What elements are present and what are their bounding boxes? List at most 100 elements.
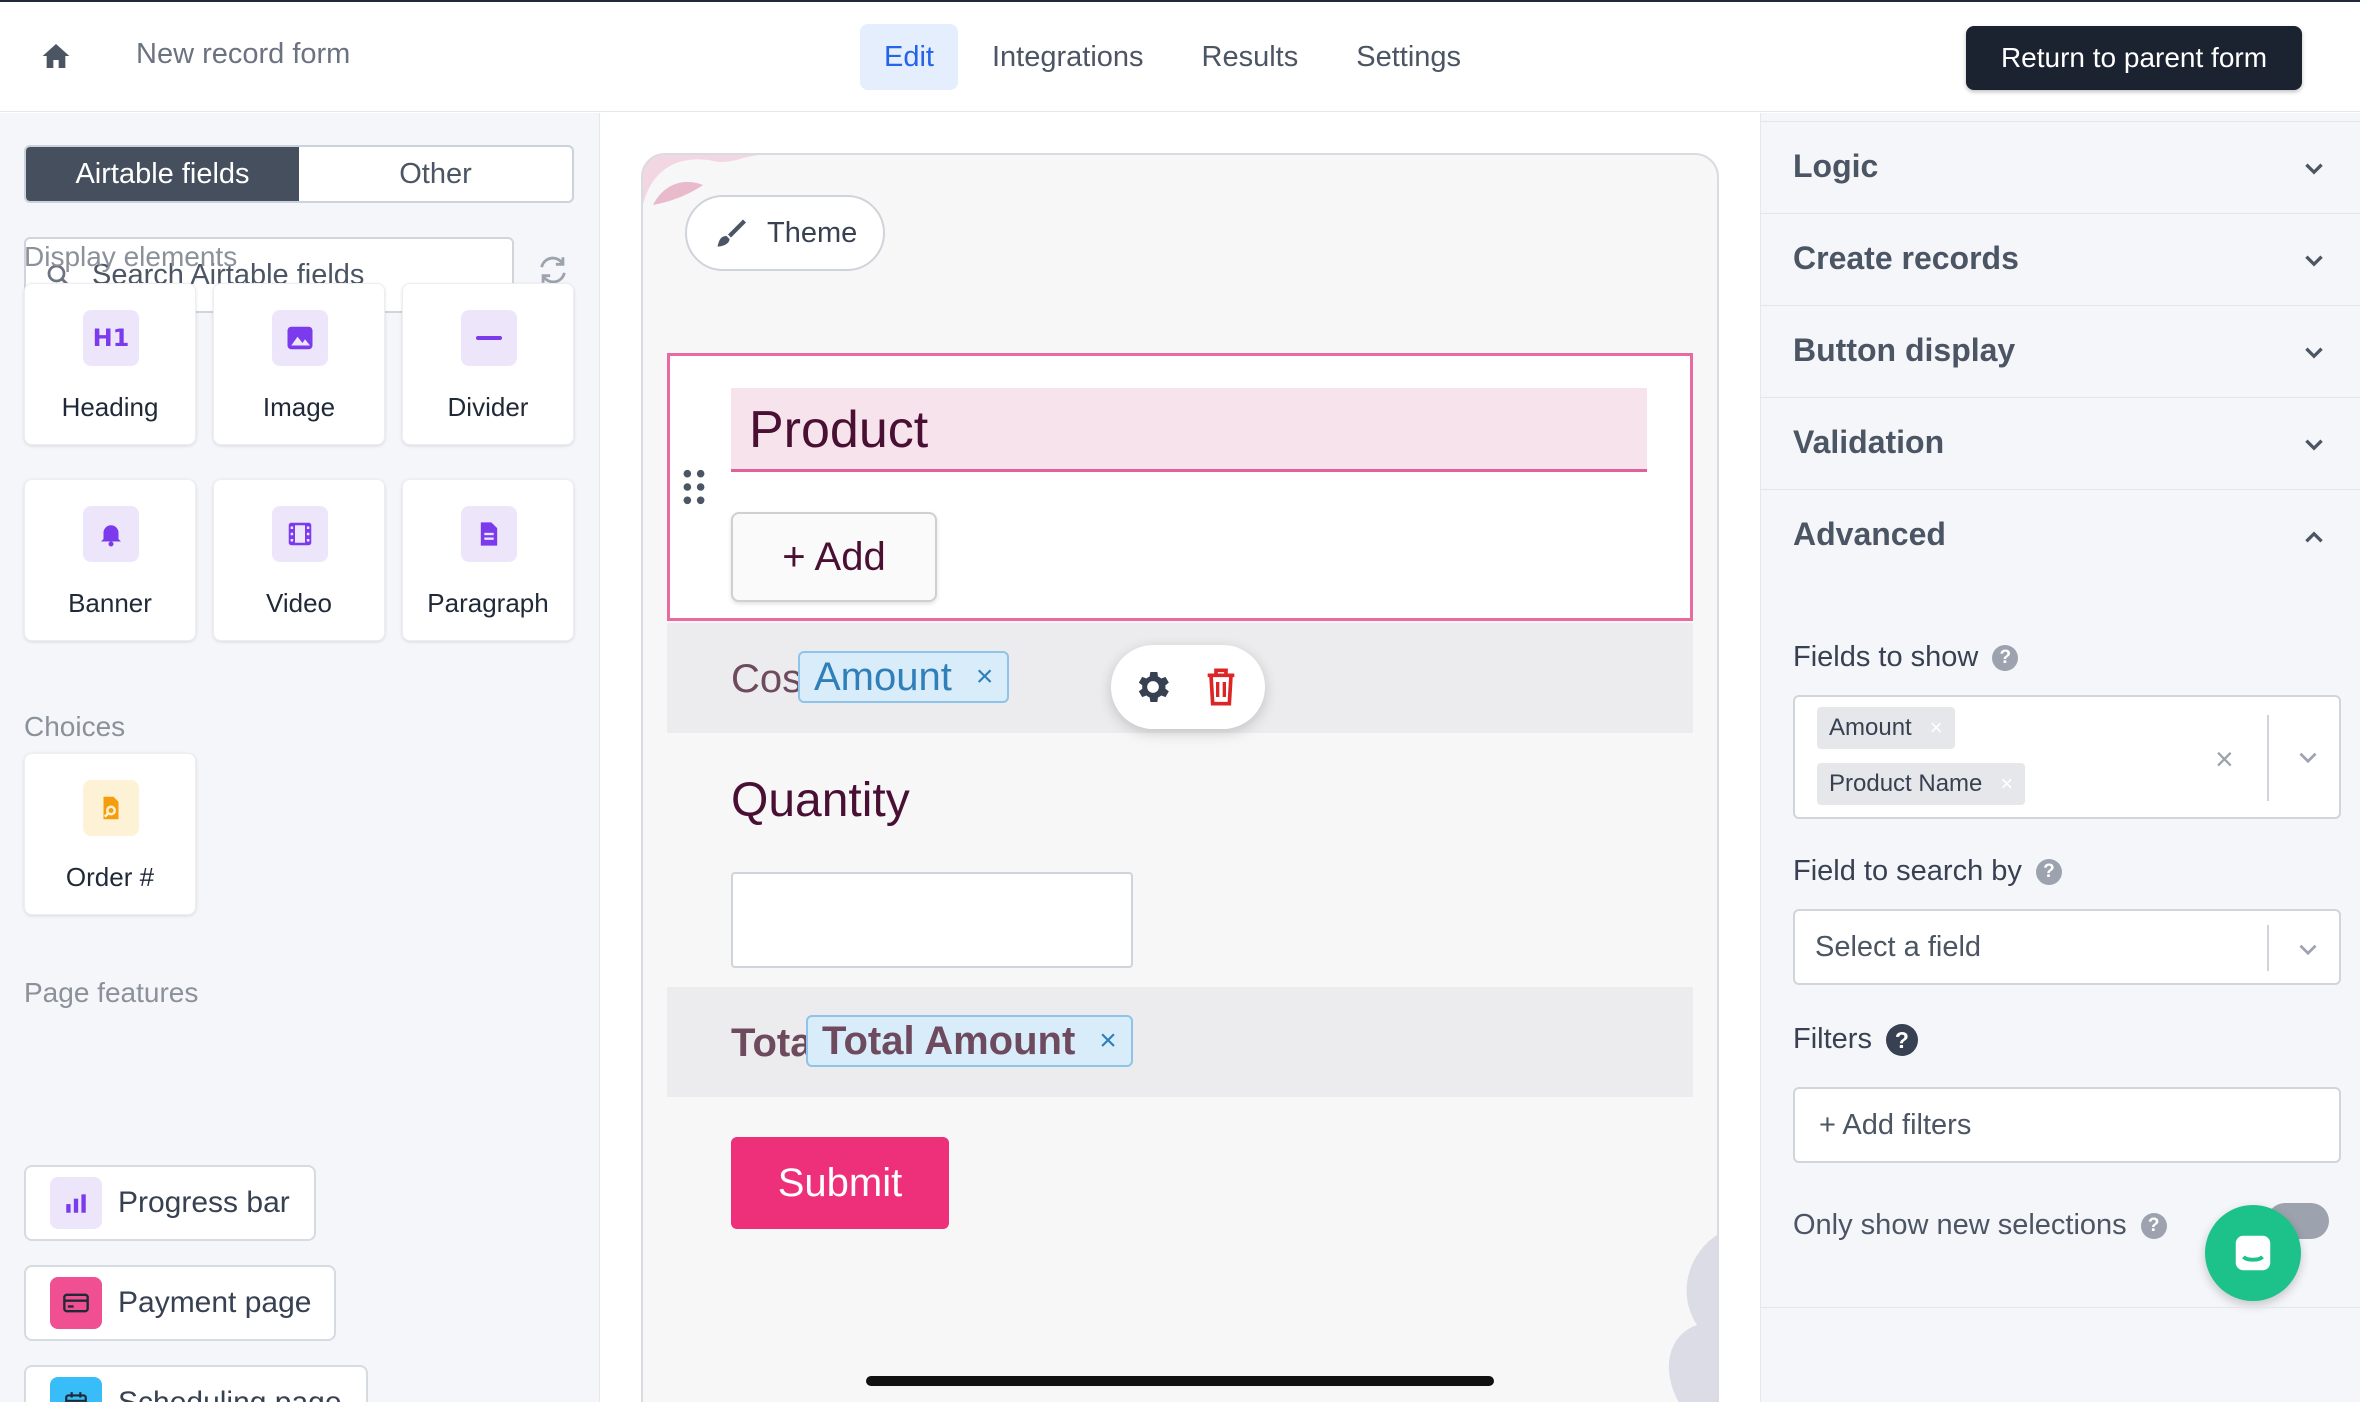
tag-label: Amount <box>1829 714 1912 741</box>
help-icon[interactable]: ? <box>1992 644 2019 671</box>
chevron-down-icon <box>2305 255 2323 267</box>
section-title: Create records <box>1793 240 2019 276</box>
tab-settings[interactable]: Settings <box>1332 24 1485 90</box>
tile-paragraph[interactable]: Paragraph <box>402 479 574 641</box>
quantity-label: Quantity <box>731 774 910 827</box>
feature-progress-bar[interactable]: Progress bar <box>24 1165 316 1241</box>
chevron-up-icon <box>2305 531 2323 543</box>
segment-other[interactable]: Other <box>299 147 572 201</box>
product-field-block[interactable]: Product + Add <box>667 353 1693 621</box>
submit-button[interactable]: Submit <box>731 1137 949 1229</box>
theme-button[interactable]: Theme <box>685 195 885 271</box>
select-divider <box>2267 925 2269 971</box>
image-icon <box>272 310 328 366</box>
page-features-label: Page features <box>24 977 199 1008</box>
label-text: Fields to show <box>1793 641 1979 673</box>
chevron-down-icon <box>2305 347 2323 359</box>
remove-tag-icon[interactable]: × <box>2000 763 2013 805</box>
help-icon[interactable]: ? <box>2035 858 2062 885</box>
field-to-search-select[interactable]: Select a field <box>1793 909 2341 985</box>
section-title: Advanced <box>1793 516 1946 552</box>
section-advanced[interactable]: Advanced <box>1761 489 2360 581</box>
settings-panel: Logic Create records Button display Vali… <box>1760 113 2360 1402</box>
feature-label: Progress bar <box>118 1186 290 1219</box>
home-icon[interactable] <box>40 40 72 72</box>
block-toolbar <box>1111 645 1265 729</box>
tile-divider[interactable]: Divider <box>402 283 574 445</box>
section-create-records[interactable]: Create records <box>1761 213 2360 305</box>
chevron-down-icon <box>2305 439 2323 451</box>
remove-chip-icon[interactable]: × <box>1099 1017 1117 1065</box>
tile-video[interactable]: Video <box>213 479 385 641</box>
label-text: Only show new selections <box>1793 1209 2127 1241</box>
top-tabs: Edit Integrations Results Settings <box>860 24 1485 90</box>
add-filters-button[interactable]: + Add filters <box>1793 1087 2341 1163</box>
drag-handle-icon[interactable] <box>680 468 708 506</box>
tab-integrations[interactable]: Integrations <box>968 24 1168 90</box>
order-number-icon <box>83 780 139 836</box>
chip-label: Total Amount <box>822 1019 1076 1063</box>
tile-label: Heading <box>61 392 159 422</box>
segment-airtable-fields[interactable]: Airtable fields <box>26 147 299 201</box>
tab-results[interactable]: Results <box>1178 24 1323 90</box>
gear-icon[interactable] <box>1133 667 1173 707</box>
filters-label: Filters ? <box>1793 1023 1918 1056</box>
clear-icon[interactable]: × <box>2215 741 2234 778</box>
section-logic[interactable]: Logic <box>1761 121 2360 213</box>
feature-label: Payment page <box>118 1286 312 1319</box>
label-text: Filters <box>1793 1023 1872 1055</box>
return-to-parent-button[interactable]: Return to parent form <box>1966 26 2302 90</box>
tile-label: Divider <box>447 392 529 422</box>
select-divider <box>2267 715 2269 801</box>
total-amount-field-chip[interactable]: Total Amount × <box>806 1015 1133 1067</box>
document-icon <box>461 506 517 562</box>
add-product-button[interactable]: + Add <box>731 512 937 602</box>
tile-order-number[interactable]: Order # <box>24 753 196 915</box>
chevron-down-icon[interactable] <box>2295 745 2321 771</box>
select-placeholder: Select a field <box>1815 931 1982 963</box>
display-elements-label: Display elements <box>24 241 238 272</box>
amount-field-chip[interactable]: Amount × <box>798 651 1010 703</box>
selected-tag-product-name: Product Name × <box>1817 763 2026 805</box>
remove-chip-icon[interactable]: × <box>976 653 994 701</box>
tile-label: Paragraph <box>427 588 549 618</box>
total-text-block[interactable]: Total: $ Total Amount × <box>667 987 1693 1097</box>
heading-icon: H1 <box>83 310 139 366</box>
feature-payment-page[interactable]: Payment page <box>24 1265 336 1341</box>
tile-label: Video <box>265 588 333 618</box>
tag-label: Product Name <box>1829 770 1983 797</box>
form-name[interactable]: New record form <box>136 38 350 71</box>
tile-heading[interactable]: H1 Heading <box>24 283 196 445</box>
tile-banner[interactable]: Banner <box>24 479 196 641</box>
feature-scheduling-page[interactable]: Scheduling page <box>24 1365 368 1402</box>
label-text: Field to search by <box>1793 855 2022 887</box>
chat-support-button[interactable] <box>2205 1205 2301 1301</box>
tab-edit[interactable]: Edit <box>860 24 958 90</box>
help-icon[interactable]: ? <box>1885 1023 1918 1056</box>
refresh-icon[interactable] <box>536 253 570 287</box>
top-bar: New record form Edit Integrations Result… <box>0 0 2360 112</box>
remove-tag-icon[interactable]: × <box>1930 707 1943 749</box>
section-validation[interactable]: Validation <box>1761 397 2360 489</box>
form-preview: Theme Product + Add Cost: $ Amount × Qua… <box>641 153 1719 1402</box>
credit-card-icon <box>50 1277 102 1329</box>
field-to-search-label: Field to search by ? <box>1793 855 2062 888</box>
product-title-input[interactable]: Product <box>731 388 1647 472</box>
section-title: Logic <box>1793 148 1879 184</box>
choices-label: Choices <box>24 711 126 742</box>
selected-tag-amount: Amount × <box>1817 707 1955 749</box>
decorative-flower-bottom <box>1668 1235 1717 1402</box>
quantity-input[interactable] <box>731 872 1133 968</box>
section-button-display[interactable]: Button display <box>1761 305 2360 397</box>
feature-label: Scheduling page <box>118 1386 342 1402</box>
bar-chart-icon <box>50 1177 102 1229</box>
trash-icon[interactable] <box>1203 667 1239 707</box>
field-source-toggle: Airtable fields Other <box>24 145 574 203</box>
left-sidebar: Airtable fields Other Search Airtable fi… <box>0 113 600 1402</box>
form-editor: Theme Product + Add Cost: $ Amount × Qua… <box>601 113 1759 1402</box>
fields-to-show-select[interactable]: Amount × Product Name × × <box>1793 695 2341 819</box>
bell-icon <box>83 506 139 562</box>
film-icon <box>272 506 328 562</box>
help-icon[interactable]: ? <box>2140 1212 2167 1239</box>
tile-image[interactable]: Image <box>213 283 385 445</box>
